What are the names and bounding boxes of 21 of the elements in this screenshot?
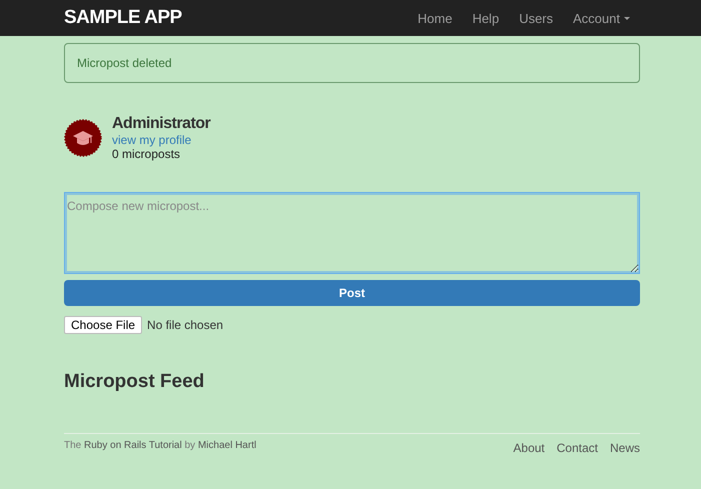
author-link[interactable]: Michael Hartl bbox=[198, 440, 256, 451]
tutorial-link[interactable]: Ruby on Rails Tutorial bbox=[84, 440, 182, 451]
micropost-field[interactable]: Compose new micropost... bbox=[64, 192, 640, 274]
user-name: Administrator bbox=[112, 115, 210, 133]
footer-credit: The Ruby on Rails Tutorial by Michael Hartl bbox=[64, 440, 256, 453]
flash-message: Micropost deleted bbox=[64, 43, 640, 83]
nav-link[interactable]: Help bbox=[462, 10, 510, 26]
feed-title: Micropost Feed bbox=[64, 371, 206, 393]
footer-link[interactable]: About bbox=[513, 441, 545, 455]
footer-link[interactable]: News bbox=[610, 441, 640, 455]
nav-link[interactable]: Home bbox=[408, 10, 462, 26]
micropost-count: 0 microposts bbox=[112, 147, 182, 161]
account-dropdown[interactable]: Account bbox=[563, 10, 640, 26]
nav-link[interactable]: Users bbox=[509, 10, 564, 26]
footer-link[interactable]: Contact bbox=[556, 441, 598, 455]
avatar-icon bbox=[64, 119, 102, 157]
post-button[interactable]: Post bbox=[64, 280, 640, 306]
app-logo[interactable]: SAMPLE APP bbox=[64, 7, 182, 29]
profile-link[interactable]: view my profile bbox=[112, 133, 210, 147]
file-status: No file chosen bbox=[147, 318, 224, 332]
choose-file-button[interactable]: Choose File bbox=[64, 316, 142, 334]
